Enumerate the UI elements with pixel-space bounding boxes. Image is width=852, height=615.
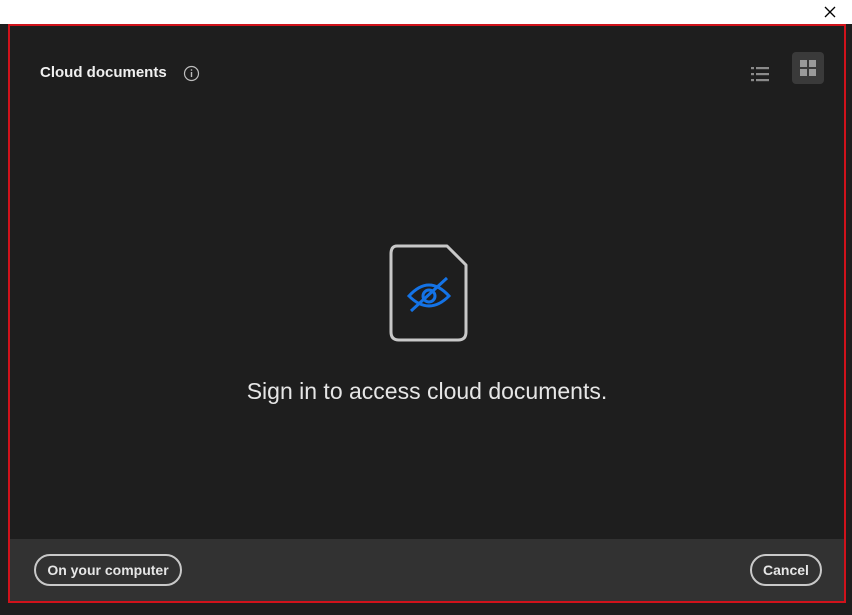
dialog-footer: On your computer Cancel bbox=[10, 539, 844, 601]
on-your-computer-button[interactable]: On your computer bbox=[34, 554, 182, 586]
list-view-button[interactable] bbox=[744, 58, 776, 90]
grid-view-icon bbox=[800, 60, 816, 76]
window-titlebar bbox=[0, 0, 852, 24]
close-icon bbox=[824, 6, 836, 18]
hidden-document-icon bbox=[389, 244, 468, 342]
list-view-icon bbox=[751, 67, 769, 82]
empty-state-message: Sign in to access cloud documents. bbox=[246, 378, 608, 404]
page-title: Cloud documents bbox=[40, 64, 167, 81]
close-button[interactable] bbox=[816, 0, 844, 24]
cancel-button[interactable]: Cancel bbox=[750, 554, 822, 586]
grid-view-button[interactable] bbox=[792, 52, 824, 84]
cloud-documents-dialog: Cloud documents Sign in to access cloud … bbox=[8, 24, 846, 603]
info-icon[interactable] bbox=[183, 65, 200, 82]
